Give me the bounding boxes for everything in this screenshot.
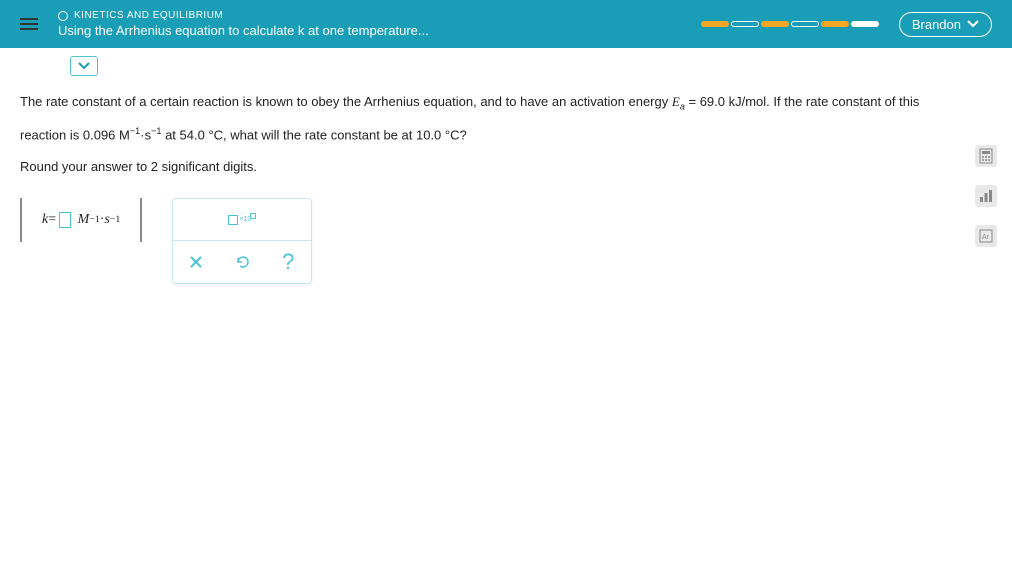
svg-text:Ar: Ar — [982, 234, 990, 241]
text: Round your answer to — [20, 159, 151, 174]
scientific-notation-button[interactable]: ×10 — [222, 200, 262, 240]
text: at — [161, 127, 179, 142]
grid-icon: Ar — [979, 229, 993, 243]
periodic-table-button[interactable]: Ar — [975, 225, 997, 247]
calculator-icon — [979, 148, 993, 164]
user-name: Brandon — [912, 17, 961, 32]
equals: = — [48, 207, 56, 232]
chevron-down-icon — [78, 62, 90, 70]
text: what will the rate constant be at — [227, 127, 416, 142]
hamburger-icon — [20, 18, 38, 30]
answer-expression[interactable]: k = M−1 · s−1 — [20, 198, 142, 242]
unit-s: ·s — [140, 127, 151, 142]
unit-M: M — [78, 207, 90, 232]
value-T2: 10.0 °C? — [416, 127, 467, 142]
value-Ea: = 69.0 kJ/mol. — [685, 94, 770, 109]
progress-bar — [701, 21, 879, 27]
sup: −1 — [151, 126, 161, 136]
sup: −1 — [89, 211, 99, 229]
text: If the rate constant of this — [770, 94, 920, 109]
undo-icon — [234, 254, 250, 270]
value-T1: 54.0 °C, — [180, 127, 227, 142]
circle-icon — [58, 11, 68, 21]
box-icon — [228, 215, 238, 225]
bar-chart-icon — [979, 189, 993, 203]
collapse-button[interactable] — [70, 56, 98, 76]
page-title: Using the Arrhenius equation to calculat… — [58, 23, 701, 38]
symbol-E: E — [672, 94, 680, 109]
chevron-down-icon — [967, 20, 979, 28]
sup: −1 — [110, 211, 120, 229]
value-sigfig: 2 — [151, 159, 158, 174]
problem-line-2: reaction is 0.096 M−1·s−1 at 54.0 °C, wh… — [20, 123, 992, 147]
calculator-button[interactable] — [975, 145, 997, 167]
tool-panel: ×10 ? — [172, 198, 312, 284]
help-button[interactable]: ? — [268, 242, 308, 282]
x-icon — [189, 255, 203, 269]
round-instruction: Round your answer to 2 significant digit… — [20, 155, 992, 178]
text: The rate constant of a certain reaction … — [20, 94, 672, 109]
breadcrumb-label: KINETICS AND EQUILIBRIUM — [74, 10, 223, 21]
sup: −1 — [130, 126, 140, 136]
clear-button[interactable] — [176, 242, 216, 282]
undo-button[interactable] — [222, 242, 262, 282]
text: reaction is — [20, 127, 83, 142]
breadcrumb: KINETICS AND EQUILIBRIUM — [58, 10, 701, 21]
value-k1: 0.096 M — [83, 127, 130, 142]
stats-button[interactable] — [975, 185, 997, 207]
text: significant digits. — [158, 159, 257, 174]
problem-line-1: The rate constant of a certain reaction … — [20, 90, 992, 115]
sup-box-icon — [250, 213, 256, 219]
user-menu[interactable]: Brandon — [899, 12, 992, 37]
answer-input[interactable] — [59, 212, 71, 228]
header-text: KINETICS AND EQUILIBRIUM Using the Arrhe… — [58, 10, 701, 38]
menu-button[interactable] — [20, 18, 38, 30]
